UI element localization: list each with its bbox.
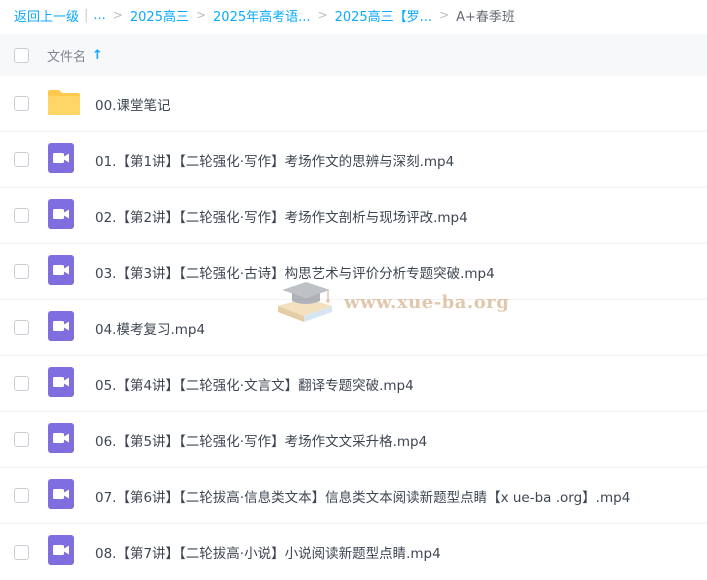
breadcrumb-ellipsis[interactable]: ... <box>93 8 105 23</box>
file-row[interactable]: 02.【第2讲】【二轮强化·写作】考场作文剖析与现场评改.mp4 <box>0 188 707 244</box>
sort-ascending-icon: ↑ <box>92 47 103 63</box>
breadcrumb: 返回上一级 | ... > 2025高三 > 2025年高考语... > 202… <box>14 0 707 30</box>
video-file-icon <box>47 310 75 346</box>
file-name[interactable]: 03.【第3讲】【二轮强化·古诗】构思艺术与评价分析专题突破.mp4 <box>95 262 495 282</box>
row-checkbox[interactable] <box>14 432 29 447</box>
folder-icon <box>47 88 81 120</box>
file-row[interactable]: 06.【第5讲】【二轮强化·写作】考场作文文采升格.mp4 <box>0 412 707 468</box>
row-checkbox[interactable] <box>14 488 29 503</box>
back-link[interactable]: 返回上一级 <box>14 6 79 25</box>
file-name[interactable]: 04.模考复习.mp4 <box>95 318 205 338</box>
file-name[interactable]: 08.【第7讲】【二轮拔高·小说】小说阅读新题型点睛.mp4 <box>95 542 441 562</box>
video-file-icon <box>47 534 75 570</box>
row-checkbox[interactable] <box>14 96 29 111</box>
file-row[interactable]: 00.课堂笔记 <box>0 76 707 132</box>
file-name[interactable]: 06.【第5讲】【二轮强化·写作】考场作文文采升格.mp4 <box>95 430 427 450</box>
file-name[interactable]: 02.【第2讲】【二轮强化·写作】考场作文剖析与现场评改.mp4 <box>95 206 468 226</box>
breadcrumb-item[interactable]: 2025年高考语... <box>213 6 310 25</box>
file-row[interactable]: 05.【第4讲】【二轮强化·文言文】翻译专题突破.mp4 <box>0 356 707 412</box>
file-name[interactable]: 07.【第6讲】【二轮拔高·信息类文本】信息类文本阅读新题型点睛【x ue-ba… <box>95 486 630 506</box>
file-name[interactable]: 00.课堂笔记 <box>95 94 170 114</box>
chevron-right-icon: > <box>112 8 123 22</box>
row-checkbox[interactable] <box>14 264 29 279</box>
file-name[interactable]: 05.【第4讲】【二轮强化·文言文】翻译专题突破.mp4 <box>95 374 414 394</box>
row-checkbox[interactable] <box>14 320 29 335</box>
row-checkbox[interactable] <box>14 152 29 167</box>
chevron-right-icon: > <box>195 8 207 22</box>
breadcrumb-current: A+春季班 <box>456 9 515 25</box>
row-checkbox[interactable] <box>14 208 29 223</box>
file-list-header: 文件名 ↑ <box>0 34 707 76</box>
row-checkbox[interactable] <box>14 544 29 560</box>
chevron-right-icon: > <box>317 8 328 22</box>
chevron-right-icon: > <box>439 8 450 22</box>
file-row[interactable]: 04.模考复习.mp4 <box>0 300 707 356</box>
file-row[interactable]: 03.【第3讲】【二轮强化·古诗】构思艺术与评价分析专题突破.mp4 <box>0 244 707 300</box>
row-checkbox[interactable] <box>14 376 29 391</box>
video-file-icon <box>47 478 75 514</box>
video-file-icon <box>47 254 75 290</box>
file-row[interactable]: 01.【第1讲】【二轮强化·写作】考场作文的思辨与深刻.mp4 <box>0 132 707 188</box>
file-name[interactable]: 01.【第1讲】【二轮强化·写作】考场作文的思辨与深刻.mp4 <box>95 150 454 170</box>
sort-by-name-button[interactable]: 文件名 ↑ <box>47 46 103 65</box>
video-file-icon <box>47 198 75 234</box>
select-all-checkbox[interactable] <box>14 47 29 63</box>
column-label: 文件名 <box>47 49 87 65</box>
breadcrumb-divider: | <box>84 7 89 23</box>
breadcrumb-item[interactable]: 2025高三 <box>130 6 189 25</box>
file-row[interactable]: 07.【第6讲】【二轮拔高·信息类文本】信息类文本阅读新题型点睛【x ue-ba… <box>0 468 707 524</box>
video-file-icon <box>47 366 75 402</box>
breadcrumb-item[interactable]: 2025高三【罗... <box>335 6 432 25</box>
video-file-icon <box>47 422 75 458</box>
video-file-icon <box>47 142 75 178</box>
